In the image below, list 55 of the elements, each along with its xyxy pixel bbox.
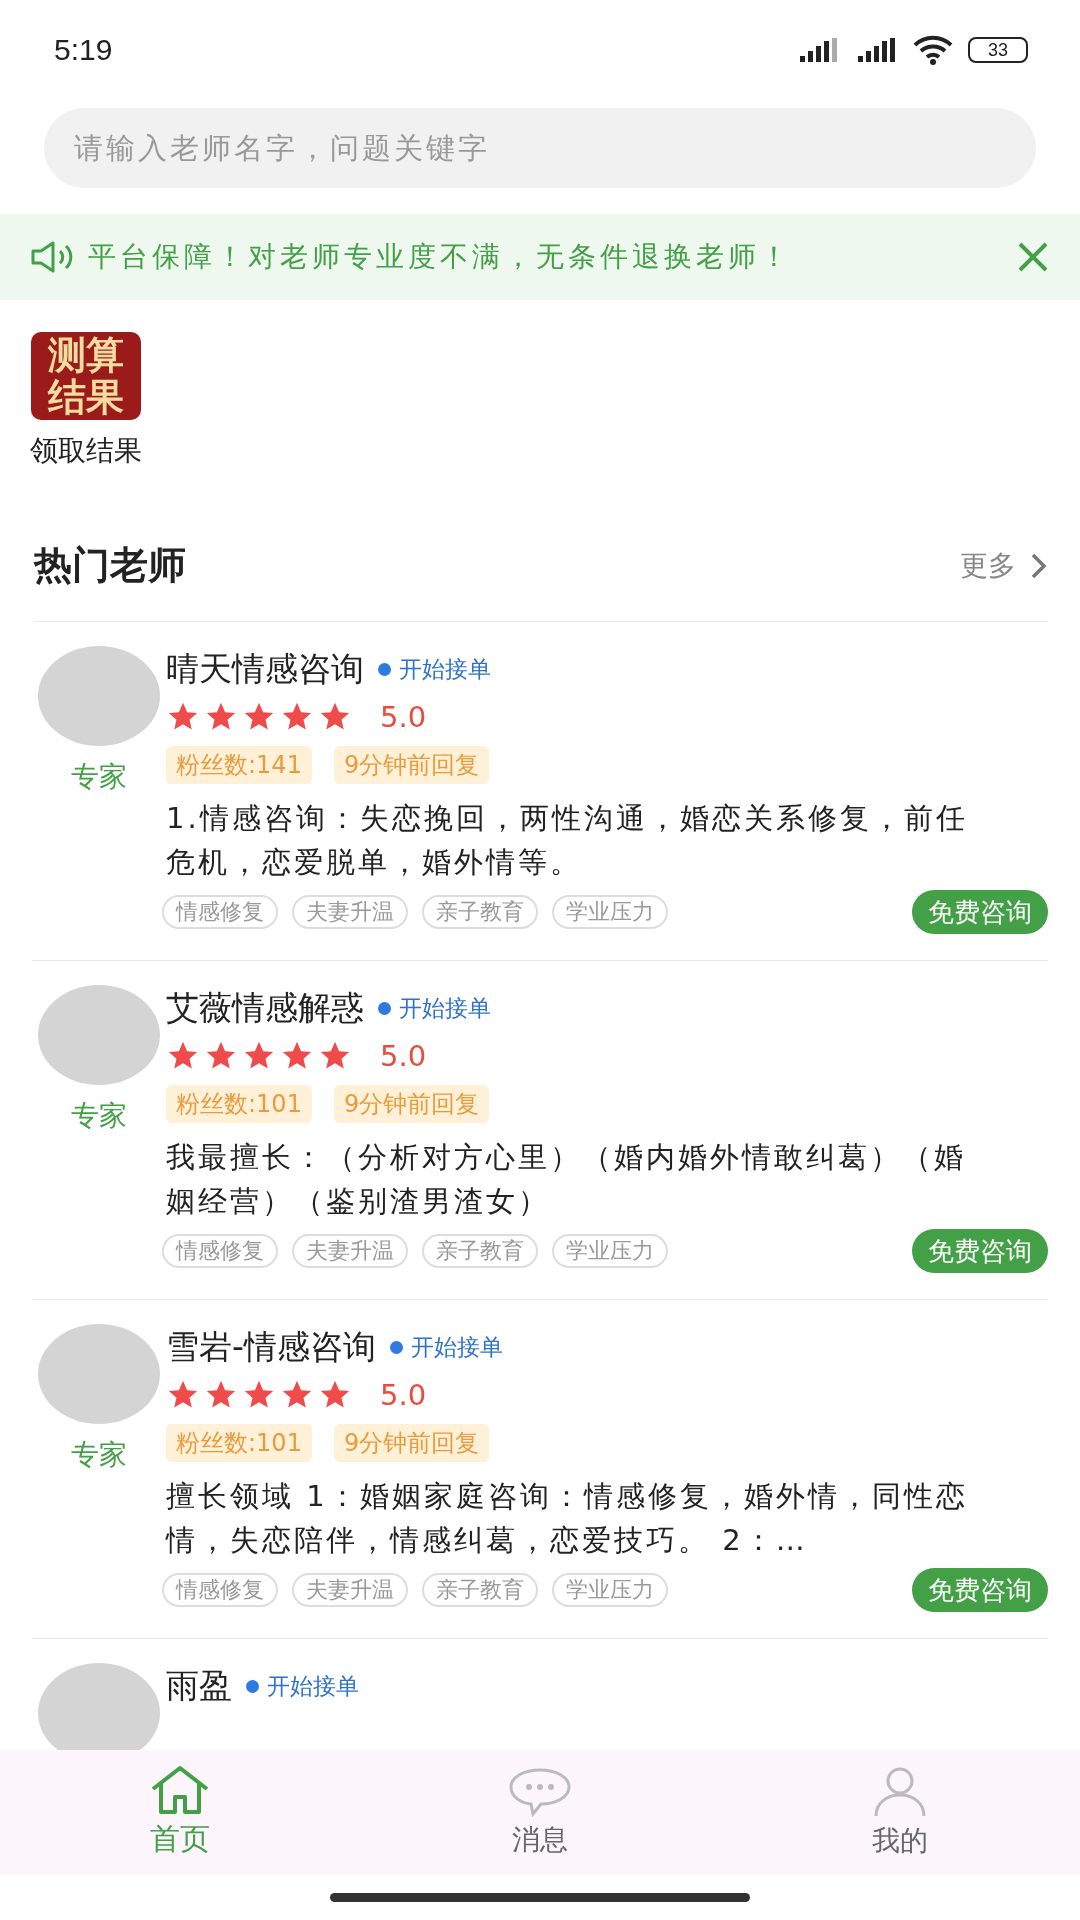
topic-tag: 学业压力	[552, 895, 668, 929]
topic-tag: 夫妻升温	[292, 1573, 408, 1607]
teacher-description: 擅长领域 1：婚姻家庭咨询：情感修复，婚外情，同性恋情，失恋陪伴，情感纠葛，恋爱技巧。 2：…	[166, 1478, 969, 1559]
topic-tag: 夫妻升温	[292, 895, 408, 929]
teacher-description: 我最擅长：（分析对方心里）（婚内婚外情敢纠葛）（婚姻经营）（鉴别渣男渣女）	[166, 1139, 967, 1220]
status-label: 开始接单	[246, 1670, 359, 1702]
topic-tag: 夫妻升温	[292, 1234, 408, 1268]
topic-tag: 学业压力	[552, 1234, 668, 1268]
expert-label: 专家	[71, 1437, 127, 1473]
tab-item[interactable]: 首页	[0, 1750, 360, 1875]
rating-value: 5.0	[380, 1039, 427, 1073]
free-consult-button[interactable]: 免费咨询	[912, 1229, 1048, 1273]
topic-tag: 情感修复	[162, 1573, 278, 1607]
rating-value: 5.0	[380, 1378, 427, 1412]
teacher-name: 雨盈	[166, 1664, 232, 1707]
status-label: 开始接单	[378, 992, 491, 1024]
free-consult-button[interactable]: 免费咨询	[912, 890, 1048, 934]
fans-badge: 粉丝数:101	[166, 1085, 312, 1123]
topic-tag: 亲子教育	[422, 1234, 538, 1268]
reply-badge: 9分钟前回复	[333, 746, 490, 784]
topic-tag: 情感修复	[162, 895, 278, 929]
teacher-name: 晴天情感咨询	[166, 647, 364, 690]
chat-bubble-icon	[507, 1766, 573, 1817]
free-consult-button[interactable]: 免费咨询	[912, 1568, 1048, 1612]
close-icon[interactable]	[1016, 240, 1050, 274]
search-field[interactable]: 请输入老师名字，问题关键字	[44, 108, 1036, 188]
topic-tag: 亲子教育	[422, 1573, 538, 1607]
wifi-icon	[912, 35, 954, 65]
tab-item[interactable]: 消息	[360, 1750, 720, 1875]
result-app-icon[interactable]: 测算结果	[31, 332, 141, 420]
topic-tag: 亲子教育	[422, 895, 538, 929]
home-icon	[149, 1765, 211, 1815]
expert-label: 专家	[71, 1098, 127, 1134]
shortcut-label[interactable]: 领取结果	[30, 432, 142, 470]
fans-badge: 粉丝数:141	[166, 746, 312, 784]
chevron-right-icon	[1030, 551, 1048, 580]
topic-tag: 情感修复	[162, 1234, 278, 1268]
teacher-name: 雪岩-情感咨询	[166, 1325, 376, 1368]
expert-label: 专家	[71, 759, 127, 795]
tab-item[interactable]: 我的	[720, 1750, 1080, 1875]
teacher-description: 1.情感咨询：失恋挽回，两性沟通，婚恋关系修复，前任危机，恋爱脱单，婚外情等。	[166, 800, 969, 881]
person-icon	[872, 1765, 928, 1818]
more-link[interactable]: 更多	[960, 546, 1048, 585]
fans-badge: 粉丝数:101	[166, 1424, 312, 1462]
notice-text: 平台保障！对老师专业度不满，无条件退换老师！	[88, 239, 793, 275]
teacher-name: 艾薇情感解惑	[166, 986, 364, 1029]
rating-value: 5.0	[380, 700, 427, 734]
status-time: 5:19	[54, 33, 113, 67]
reply-badge: 9分钟前回复	[333, 1085, 490, 1123]
battery-indicator: 33	[968, 37, 1028, 63]
topic-tag: 学业压力	[552, 1573, 668, 1607]
status-label: 开始接单	[389, 1331, 503, 1363]
status-label: 开始接单	[378, 653, 491, 685]
section-title: 热门老师	[34, 542, 186, 589]
reply-badge: 9分钟前回复	[333, 1424, 490, 1462]
